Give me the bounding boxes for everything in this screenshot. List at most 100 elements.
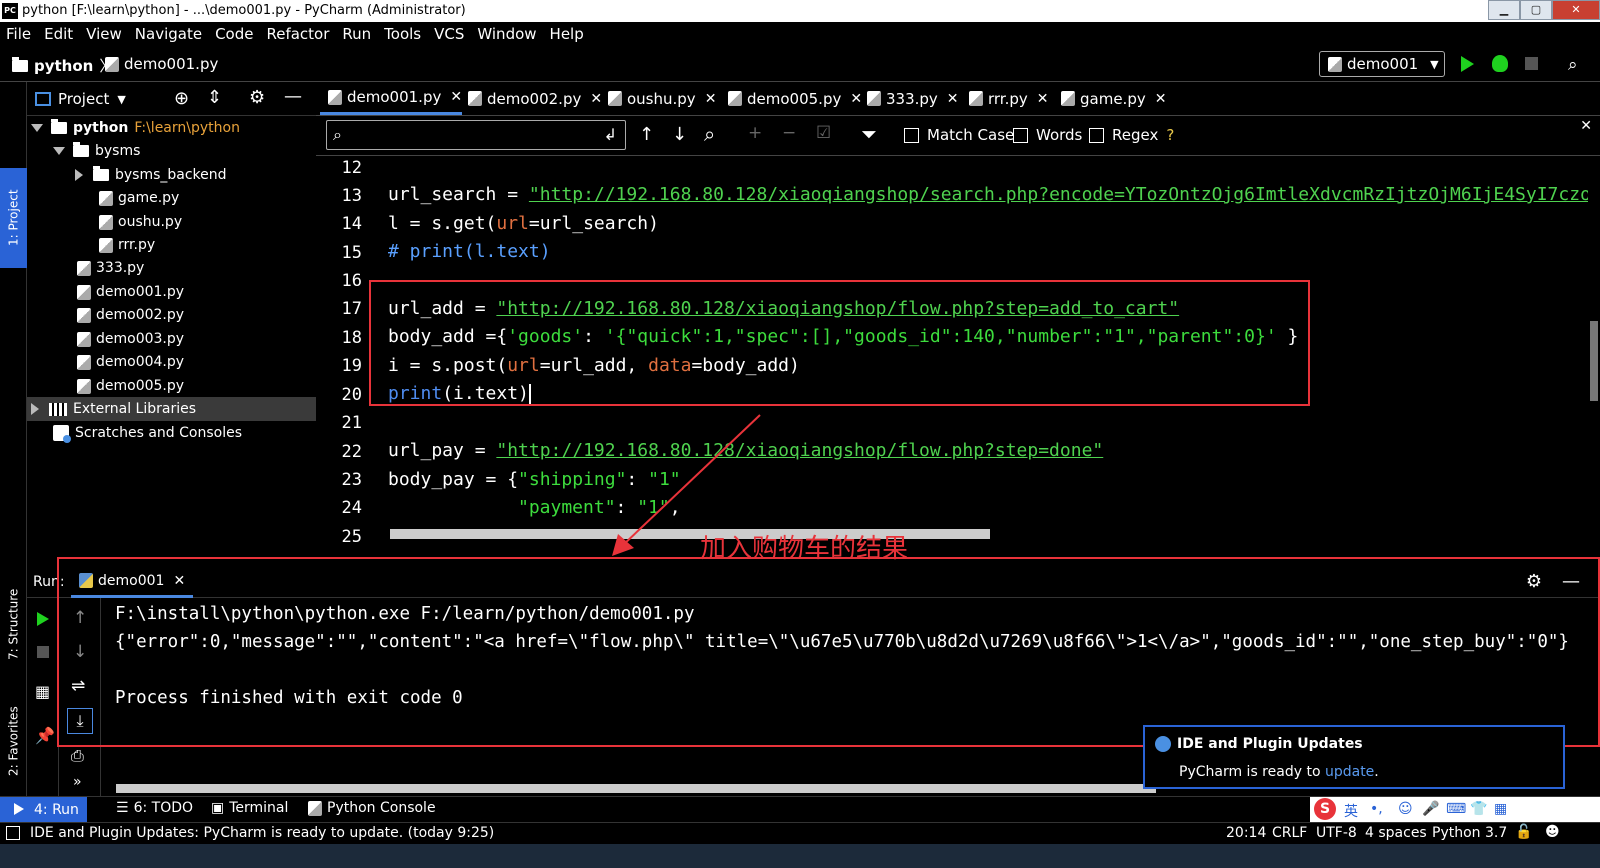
tab-structure[interactable]: 7: Structure [0,577,27,672]
toolbox-icon[interactable]: ▦ [1494,801,1507,817]
skin-icon[interactable]: 👕 [1470,801,1487,817]
locate-icon[interactable]: ⊕ [174,88,189,109]
stop-button[interactable] [37,646,49,658]
close-icon[interactable]: ✕ [705,91,717,107]
newline-icon[interactable]: ↲ [604,125,617,144]
menu-help[interactable]: Help [550,25,584,43]
menu-window[interactable]: Window [477,25,536,43]
tab-demo002[interactable]: demo002.py ✕ [460,82,602,115]
emoji-icon[interactable]: ☺ [1398,801,1413,817]
menu-vcs[interactable]: VCS [434,25,464,43]
maximize-button[interactable]: ▢ [1520,0,1552,20]
stop-button[interactable] [1525,57,1538,70]
tree-item-333[interactable]: 333.py [77,256,144,280]
tree-item-demo001[interactable]: demo001.py [77,280,184,304]
menu-view[interactable]: View [86,25,122,43]
tree-item-external-libraries[interactable]: External Libraries [27,397,316,421]
keyboard-icon[interactable]: ⌨ [1446,801,1466,817]
close-find-icon[interactable]: ✕ [1580,118,1592,134]
punctuation-icon[interactable]: •, [1370,801,1383,817]
tab-run[interactable]: 4: Run [0,797,87,822]
tree-item-scratches[interactable]: Scratches and Consoles [53,421,242,445]
menu-refactor[interactable]: Refactor [266,25,329,43]
debug-button[interactable] [1492,55,1508,72]
tab-game[interactable]: game.py ✕ [1053,82,1166,115]
minimize-button[interactable]: ▁ [1488,0,1520,20]
update-notification[interactable]: IDE and Plugin Updates PyCharm is ready … [1143,725,1565,789]
filter-icon[interactable]: ⏷ [861,122,877,146]
add-selection-icon[interactable]: + [748,123,762,143]
tree-item-oushu[interactable]: oushu.py [99,210,182,234]
tree-item-bysms[interactable]: bysms [53,139,140,163]
menu-navigate[interactable]: Navigate [135,25,202,43]
lock-icon[interactable]: 🔓 [1515,824,1532,840]
select-all-icon[interactable]: ☑ [816,123,831,143]
line-number: 13 [341,186,362,206]
tree-item-demo003[interactable]: demo003.py [77,327,184,351]
tab-demo005[interactable]: demo005.py ✕ [720,82,862,115]
tree-item-bysms-backend[interactable]: bysms_backend [75,163,227,187]
tree-item-demo005[interactable]: demo005.py [77,374,184,398]
menu-code[interactable]: Code [215,25,253,43]
tree-root[interactable]: python F:\learn\python [31,116,240,140]
more-icon[interactable]: » [73,774,82,790]
tree-item-demo002[interactable]: demo002.py [77,303,184,327]
print-icon[interactable]: ⎙ [71,746,84,766]
regex-help-icon[interactable]: ? [1166,126,1174,144]
interpreter[interactable]: Python 3.7 [1432,825,1507,841]
indent-setting[interactable]: 4 spaces [1365,825,1427,841]
console-horizontal-scrollbar[interactable] [116,784,1156,793]
mic-icon[interactable]: 🎤 [1422,801,1439,817]
hide-panel-icon[interactable]: — [284,86,302,107]
close-icon[interactable]: ✕ [947,91,959,107]
menu-tools[interactable]: Tools [384,25,421,43]
menu-file[interactable]: File [6,25,31,43]
tab-todo[interactable]: ☰ 6: TODO [116,800,193,816]
menu-edit[interactable]: Edit [44,25,73,43]
match-case-checkbox[interactable]: Match Case [904,126,1014,144]
file-encoding[interactable]: UTF-8 [1316,825,1357,841]
project-view-selector[interactable]: Project ▼ [35,90,126,108]
close-button[interactable]: ✕ [1552,0,1600,20]
remove-selection-icon[interactable]: − [782,123,796,143]
inspector-icon[interactable]: ☻ [1545,824,1560,840]
status-message[interactable]: IDE and Plugin Updates: PyCharm is ready… [30,825,494,841]
collapse-all-icon[interactable]: ⇕ [207,87,222,108]
tab-python-console[interactable]: Python Console [308,800,436,816]
breadcrumb-file[interactable]: demo001.py [105,55,218,73]
gear-icon[interactable]: ⚙ [249,87,265,108]
layout-icon[interactable]: ▦ [35,682,50,701]
words-checkbox[interactable]: Words [1013,126,1082,144]
toggle-tool-windows-icon[interactable] [6,826,20,840]
pin-icon[interactable]: 📌 [35,726,55,745]
tab-333[interactable]: 333.py ✕ [859,82,959,115]
tree-item-game[interactable]: game.py [99,186,179,210]
tab-rrr[interactable]: rrr.py ✕ [961,82,1049,115]
menu-run[interactable]: Run [342,25,371,43]
tab-demo001[interactable]: demo001.py ✕ [320,82,463,115]
tab-terminal[interactable]: ▣ Terminal [211,800,288,816]
tab-favorites[interactable]: 2: Favorites [0,694,27,789]
caret-position[interactable]: 20:14 [1226,825,1266,841]
tab-project[interactable]: 1: Project [0,168,27,268]
close-icon[interactable]: ✕ [1155,91,1167,107]
ime-lang[interactable]: 英 [1344,801,1358,821]
close-icon[interactable]: ✕ [1037,91,1049,107]
run-button[interactable] [1461,56,1474,72]
line-separator[interactable]: CRLF [1272,825,1307,841]
tree-item-rrr[interactable]: rrr.py [99,233,155,257]
rerun-button[interactable] [37,612,49,626]
tree-item-demo004[interactable]: demo004.py [77,350,184,374]
find-input[interactable]: ⌕ ↲ [326,120,626,150]
arrow-up-icon[interactable]: ↑ [639,124,654,145]
sogou-icon[interactable]: S [1314,798,1336,820]
regex-checkbox[interactable]: Regex ? [1089,126,1174,144]
editor-vertical-scrollbar[interactable] [1588,156,1600,548]
tab-oushu[interactable]: oushu.py ✕ [600,82,716,115]
arrow-down-icon[interactable]: ↓ [672,124,687,145]
update-link[interactable]: update [1325,764,1374,780]
find-all-icon[interactable]: ⌕ [704,122,715,146]
scroll-thumb[interactable] [1590,321,1598,401]
run-config-dropdown[interactable]: demo001 ▼ [1319,51,1445,77]
search-everywhere-icon[interactable]: ⌕ [1568,55,1578,75]
